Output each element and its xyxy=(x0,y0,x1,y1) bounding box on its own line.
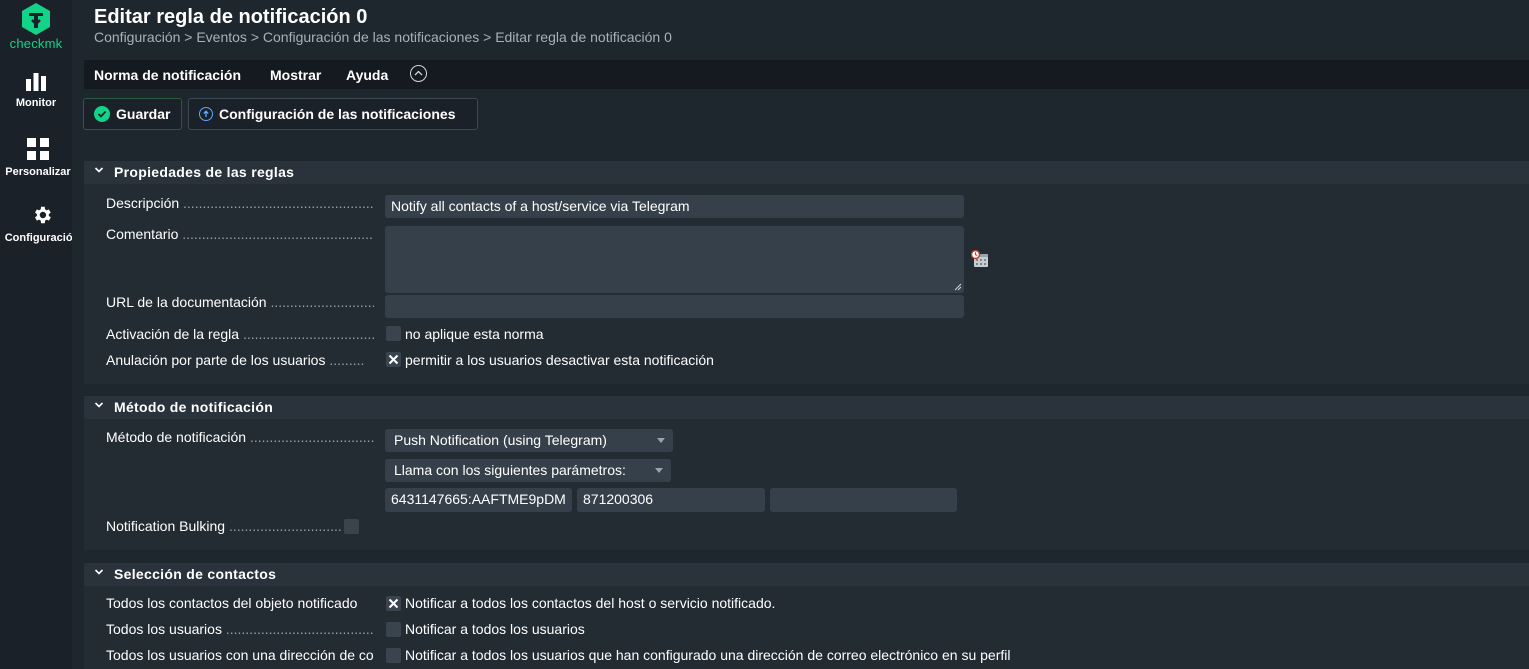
menu-mostrar[interactable]: Mostrar xyxy=(270,67,321,83)
section-header-notification-method[interactable]: Método de notificación xyxy=(84,396,1529,419)
section-body-notification-method: Método de notificación .................… xyxy=(84,419,1529,550)
param-chat-id-input[interactable]: 871200306 xyxy=(577,488,765,512)
dropdown-arrow-icon xyxy=(655,468,663,473)
resize-handle-icon[interactable] xyxy=(954,283,962,291)
chevron-up-icon xyxy=(414,70,423,76)
grid-icon xyxy=(27,138,49,160)
x-mark-icon xyxy=(388,354,399,365)
collapse-menu-toggle[interactable] xyxy=(410,65,427,82)
method-label: Método de notificación .................… xyxy=(106,429,374,445)
sidebar-item-configuracion[interactable]: Configuración xyxy=(2,204,82,244)
page-menu-bar: Norma de notificación Mostrar Ayuda xyxy=(84,60,1529,89)
check-icon xyxy=(94,106,110,122)
section-title: Propiedades de las reglas xyxy=(114,164,295,180)
sidebar-item-label: Personalizar xyxy=(5,166,71,178)
all-users-label: Todos los usuarios .....................… xyxy=(106,621,374,637)
menu-norma[interactable]: Norma de notificación xyxy=(94,67,241,83)
logo-text: checkmk xyxy=(9,36,63,51)
override-label: Anulación por parte de los usuarios ....… xyxy=(106,352,365,368)
page-title: Editar regla de notificación 0 xyxy=(94,6,368,28)
params-select[interactable]: Llama con los siguientes parámetros: xyxy=(385,459,671,482)
param-token-input[interactable]: 6431147665:AAFTME9pDM xyxy=(385,488,572,512)
bar-chart-icon xyxy=(26,73,46,91)
sidebar-item-label: Configuración xyxy=(4,232,80,244)
section-title: Selección de contactos xyxy=(114,566,277,582)
section-body-contact-selection: Todos los contactos del objeto notificad… xyxy=(84,586,1529,669)
arrow-up-circle-icon xyxy=(199,107,213,121)
chevron-down-icon xyxy=(94,569,104,575)
all-users-checkbox[interactable] xyxy=(386,622,401,637)
all-users-email-checkbox[interactable] xyxy=(386,648,401,663)
gear-icon xyxy=(35,206,51,224)
menu-ayuda[interactable]: Ayuda xyxy=(346,67,388,83)
method-select-value: Push Notification (using Telegram) xyxy=(394,432,607,448)
override-checkbox-label: permitir a los usuarios desactivar esta … xyxy=(405,352,714,368)
bulking-label: Notification Bulking ...................… xyxy=(106,518,342,534)
dropdown-arrow-icon xyxy=(657,438,665,443)
checkmk-logo[interactable]: checkmk xyxy=(0,2,72,51)
checkmk-logo-icon xyxy=(22,3,50,35)
all-contacts-checkbox[interactable] xyxy=(386,596,401,611)
bulking-checkbox[interactable] xyxy=(344,519,359,534)
all-users-email-label: Todos los usuarios con una dirección de … xyxy=(106,647,374,663)
sidebar-item-label: Monitor xyxy=(15,97,57,109)
all-users-email-checkbox-label: Notificar a todos los usuarios que han c… xyxy=(405,647,1011,663)
activation-label: Activación de la regla .................… xyxy=(106,326,374,342)
param-extra-input[interactable] xyxy=(770,488,957,512)
x-mark-icon xyxy=(388,598,399,609)
sidebar: checkmk Monitor Personalizar Configuraci… xyxy=(0,0,79,669)
description-label: Descripción ............................… xyxy=(106,195,374,211)
docurl-label: URL de la documentación ................… xyxy=(106,294,374,310)
sidebar-item-personalizar[interactable]: Personalizar xyxy=(0,138,78,178)
all-users-checkbox-label: Notificar a todos los usuarios xyxy=(405,621,585,637)
activation-checkbox-label: no aplique esta norma xyxy=(405,326,544,342)
description-input[interactable]: Notify all contacts of a host/service vi… xyxy=(385,195,964,218)
comment-textarea[interactable] xyxy=(385,226,964,293)
sidebar-item-monitor[interactable]: Monitor xyxy=(0,73,76,109)
calendar-clock-icon[interactable] xyxy=(971,250,989,268)
main-content: Editar regla de notificación 0 Configura… xyxy=(72,0,1529,669)
chevron-down-icon xyxy=(94,167,104,173)
docurl-input[interactable] xyxy=(385,295,964,318)
method-select[interactable]: Push Notification (using Telegram) xyxy=(385,429,673,452)
notification-config-label: Configuración de las notificaciones xyxy=(219,106,456,122)
section-header-rule-properties[interactable]: Propiedades de las reglas xyxy=(84,161,1529,184)
section-title: Método de notificación xyxy=(114,399,274,415)
override-checkbox[interactable] xyxy=(386,352,401,367)
params-select-value: Llama con los siguientes parámetros: xyxy=(394,462,626,478)
section-body-rule-properties: Descripción ............................… xyxy=(84,184,1529,384)
save-button-label: Guardar xyxy=(116,106,171,122)
activation-checkbox[interactable] xyxy=(386,326,401,341)
breadcrumb[interactable]: Configuración > Eventos > Configuración … xyxy=(94,29,672,45)
chevron-down-icon xyxy=(94,402,104,408)
section-header-contact-selection[interactable]: Selección de contactos xyxy=(84,563,1529,586)
save-button[interactable]: Guardar xyxy=(83,98,182,130)
comment-label: Comentario .............................… xyxy=(106,226,374,242)
notification-config-button[interactable]: Configuración de las notificaciones xyxy=(188,98,478,130)
all-contacts-label: Todos los contactos del objeto notificad… xyxy=(106,595,358,611)
all-contacts-checkbox-label: Notificar a todos los contactos del host… xyxy=(405,595,776,611)
